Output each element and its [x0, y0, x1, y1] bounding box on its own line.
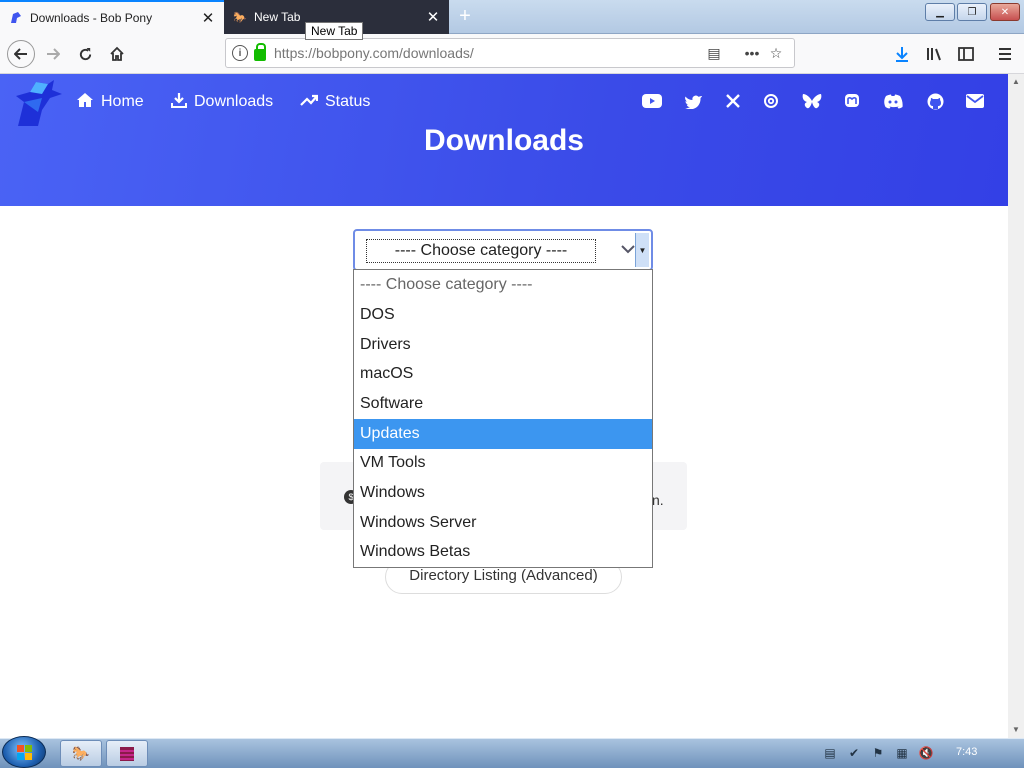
scroll-up-arrow-icon[interactable]: ▲	[1008, 74, 1024, 90]
youtube-icon[interactable]	[641, 90, 663, 112]
forward-arrow-icon[interactable]	[41, 42, 65, 66]
nav-status-label: Status	[325, 93, 371, 110]
taskbar-archive-app-button[interactable]	[106, 740, 148, 767]
category-option[interactable]: VM Tools	[354, 448, 652, 478]
url-path: /downloads/	[399, 45, 474, 61]
web-page: Home Downloads Status Downloads $ n. Dir…	[0, 74, 1008, 738]
category-option[interactable]: DOS	[354, 300, 652, 330]
category-option[interactable]: macOS	[354, 359, 652, 389]
back-arrow-icon[interactable]	[7, 40, 35, 68]
github-icon[interactable]	[924, 90, 946, 112]
bobpony-favicon-icon	[8, 10, 24, 26]
bookmark-star-icon[interactable]: ☆	[764, 45, 788, 62]
menu-hamburger-icon[interactable]	[993, 42, 1017, 66]
category-option[interactable]: ---- Choose category ----	[354, 270, 652, 300]
download-icon	[171, 92, 187, 113]
home-icon[interactable]	[105, 42, 129, 66]
home-icon	[76, 92, 94, 113]
dropdown-arrow-icon[interactable]: ▼	[635, 233, 649, 267]
close-window-button[interactable]: ✕	[990, 3, 1020, 21]
page-scrollbar[interactable]: ▲ ▼	[1008, 74, 1024, 738]
category-select-value: ---- Choose category ----	[366, 239, 596, 263]
maximize-window-button[interactable]: ❐	[957, 3, 987, 21]
close-tab-icon[interactable]: ✕	[200, 9, 216, 27]
flag-icon[interactable]: ⚑	[870, 745, 886, 761]
discord-icon[interactable]	[882, 90, 904, 112]
browser-navbar: i https://bobpony.com/downloads/ ▤ ••• ☆	[0, 34, 1024, 74]
url-host: https://bobpony.com	[274, 45, 400, 61]
info-icon[interactable]: i	[232, 45, 248, 61]
page-title: Downloads	[423, 124, 584, 157]
twitter-icon[interactable]	[682, 90, 704, 112]
tab-tooltip: New Tab	[305, 22, 364, 40]
minimize-window-button[interactable]: ▁	[925, 3, 955, 21]
category-option-highlighted[interactable]: Updates	[354, 419, 652, 449]
nav-home-label: Home	[101, 93, 144, 110]
start-button[interactable]	[2, 736, 46, 768]
reader-view-icon[interactable]: ▤	[702, 45, 726, 62]
action-center-icon[interactable]: ▤	[822, 745, 838, 761]
scroll-down-arrow-icon[interactable]: ▼	[1008, 722, 1024, 738]
nav-status-link[interactable]: Status	[300, 90, 370, 114]
volume-muted-icon[interactable]: 🔇	[918, 745, 934, 761]
mastodon-icon[interactable]	[841, 90, 863, 112]
chevron-down-icon	[621, 239, 635, 261]
category-option[interactable]: Drivers	[354, 330, 652, 360]
category-option[interactable]: Windows	[354, 478, 652, 508]
tab-title: Downloads - Bob Pony	[30, 11, 153, 25]
taskbar-firefox-button[interactable]: 🐎	[60, 740, 102, 767]
mail-icon[interactable]	[964, 90, 986, 112]
new-tab-plus-icon[interactable]: +	[452, 4, 478, 30]
bluesky-icon[interactable]	[801, 90, 823, 112]
close-tab-icon[interactable]: ✕	[425, 8, 441, 26]
category-option[interactable]: Windows Betas	[354, 537, 652, 567]
firefox-favicon-icon: 🐎	[233, 11, 247, 24]
info-notice-text: n.	[652, 492, 664, 508]
downloads-arrow-icon[interactable]	[890, 42, 914, 66]
lock-icon[interactable]	[254, 43, 266, 61]
url-bar[interactable]: i https://bobpony.com/downloads/ ▤ ••• ☆	[225, 38, 795, 68]
reload-icon[interactable]	[73, 42, 97, 66]
bobpony-logo[interactable]	[12, 80, 64, 128]
threads-icon[interactable]	[760, 90, 782, 112]
nav-downloads-link[interactable]: Downloads	[171, 90, 273, 114]
category-option[interactable]: Windows Server	[354, 508, 652, 538]
x-icon[interactable]	[722, 90, 744, 112]
page-actions-icon[interactable]: •••	[740, 45, 764, 61]
category-select[interactable]: ---- Choose category ---- ▼	[353, 229, 653, 271]
category-options-list: ---- Choose category ---- DOS Drivers ma…	[353, 269, 653, 568]
taskbar-clock[interactable]: 7:43	[956, 746, 977, 758]
library-icon[interactable]	[922, 42, 946, 66]
network-icon[interactable]: ▦	[894, 745, 910, 761]
sidebar-toggle-icon[interactable]	[954, 42, 978, 66]
hero-banner: Home Downloads Status Downloads	[0, 74, 1008, 206]
nav-home-link[interactable]: Home	[76, 90, 144, 114]
tab-downloads[interactable]: Downloads - Bob Pony ✕	[0, 0, 224, 34]
nav-downloads-label: Downloads	[194, 93, 274, 110]
category-option[interactable]: Software	[354, 389, 652, 419]
security-shield-icon[interactable]: ✔	[846, 745, 862, 761]
url-text[interactable]: https://bobpony.com/downloads/	[274, 45, 702, 61]
trending-up-icon	[300, 93, 319, 112]
